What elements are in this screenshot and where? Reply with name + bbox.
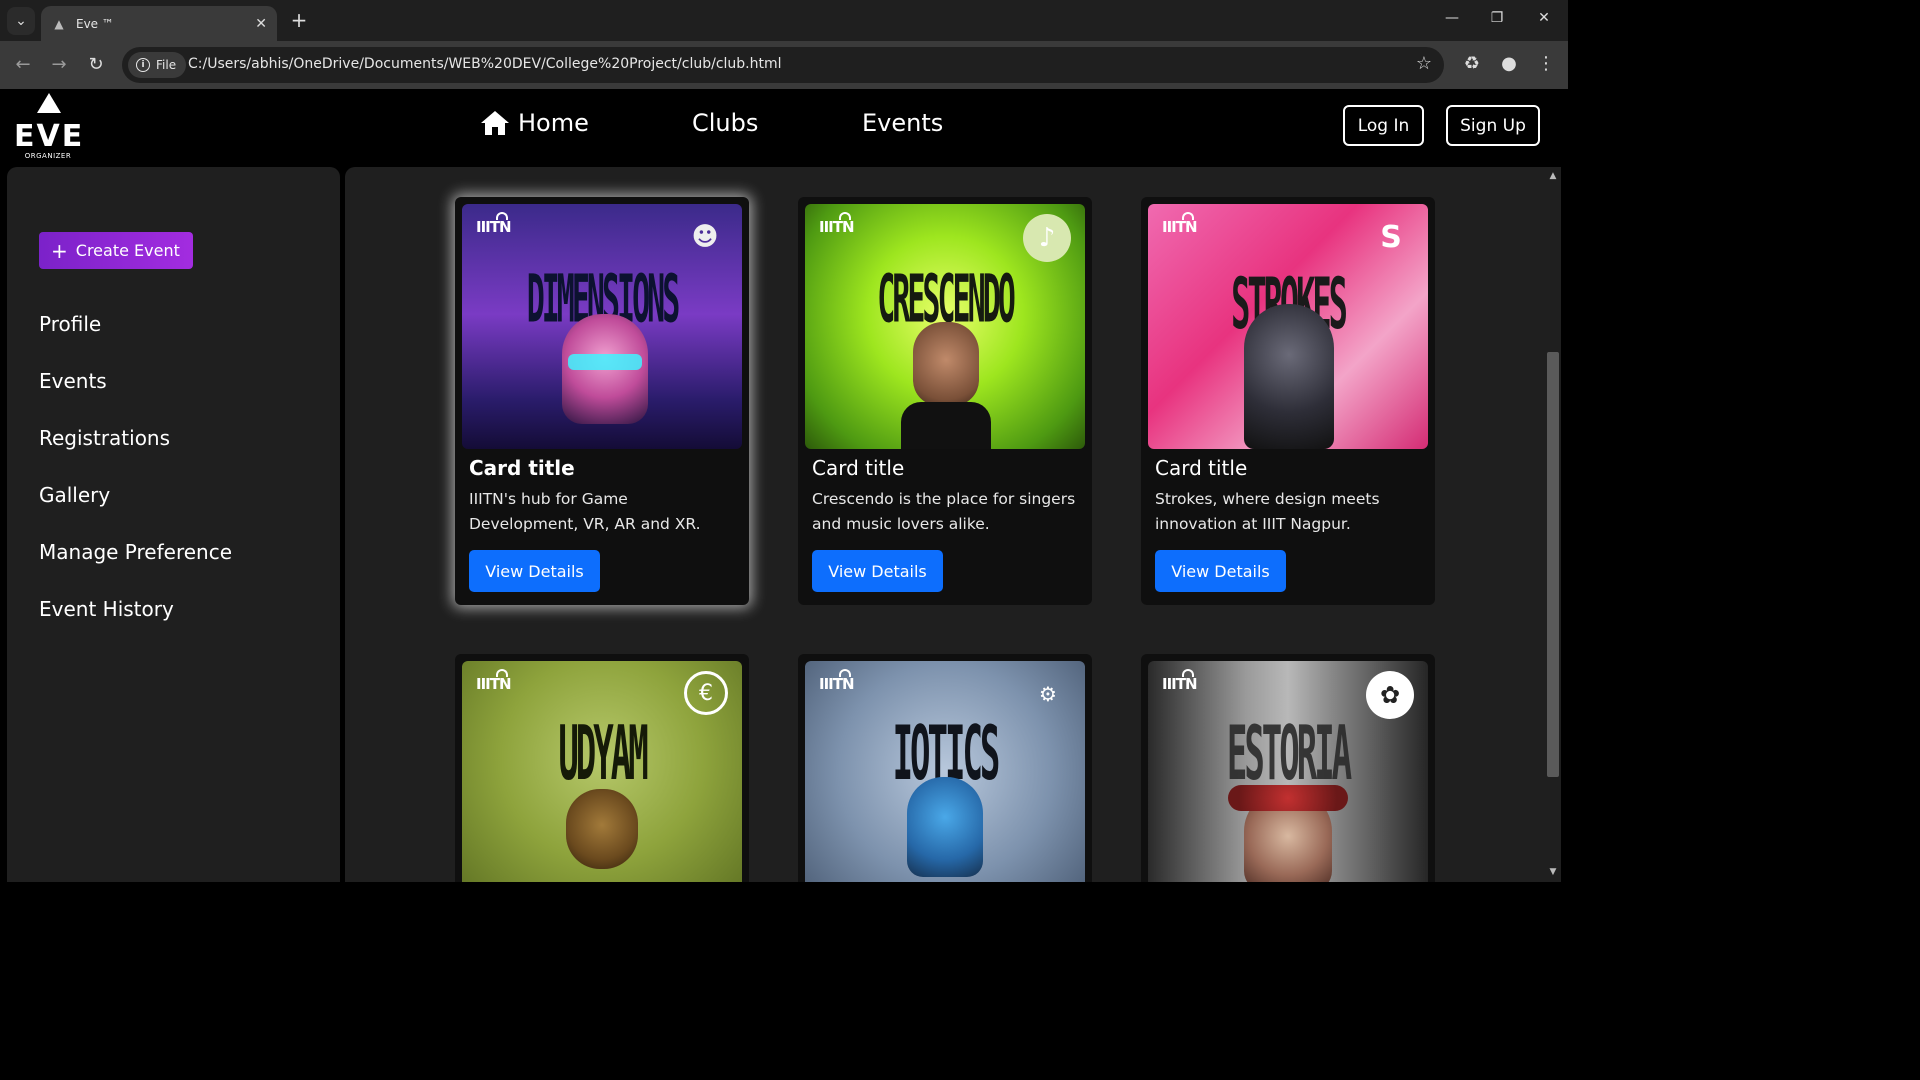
poster-brand: IIITN: [819, 218, 855, 236]
eve-logo[interactable]: EVE ORGANIZER: [14, 93, 84, 161]
sidebar-item-event-history[interactable]: Event History: [39, 597, 174, 621]
favicon-icon: ▲: [54, 16, 64, 31]
poster-robot-figure: [907, 777, 983, 877]
club-card[interactable]: IIITN € UDYAM: [455, 654, 749, 882]
view-details-button[interactable]: View Details: [812, 550, 943, 592]
club-card[interactable]: IIITN ♪ CRESCENDO Card title Crescendo i…: [798, 197, 1092, 605]
scroll-down-icon[interactable]: ▼: [1547, 867, 1559, 877]
music-note-icon: ♪: [1023, 214, 1071, 262]
poster-headpiece-shape: [1228, 785, 1348, 811]
coin-logo-icon: €: [684, 671, 728, 715]
new-tab-icon[interactable]: +: [288, 9, 310, 31]
sidebar-item-gallery[interactable]: Gallery: [39, 483, 110, 507]
club-poster: IIITN ☻ DIMENSIONS: [462, 204, 742, 449]
strokes-logo-icon: S: [1380, 219, 1402, 255]
logo-triangle-icon: [37, 93, 61, 113]
poster-brand: IIITN: [819, 675, 855, 693]
restore-icon[interactable]: ❐: [1487, 10, 1507, 26]
view-details-button[interactable]: View Details: [1155, 550, 1286, 592]
nav-clubs[interactable]: Clubs: [692, 109, 758, 137]
club-card[interactable]: IIITN ✿ ESTORIA: [1141, 654, 1435, 882]
poster-character-figure: [566, 789, 638, 869]
card-text: Crescendo is the place for singers and m…: [812, 490, 1076, 533]
browser-menu-icon[interactable]: ⋮: [1534, 53, 1558, 74]
window-close-icon[interactable]: ✕: [1534, 10, 1554, 26]
poster-character-figure: [1244, 304, 1334, 449]
nav-home[interactable]: Home: [480, 109, 589, 137]
close-tab-icon[interactable]: ✕: [255, 16, 267, 32]
nav-events[interactable]: Events: [862, 109, 943, 137]
extensions-icon[interactable]: ♻: [1460, 53, 1484, 74]
nav-home-label: Home: [518, 109, 589, 137]
site-info-chip[interactable]: i File: [128, 52, 187, 78]
nav-events-label: Events: [862, 109, 944, 137]
club-poster: IIITN ⚙ IOTICS: [805, 661, 1085, 882]
vr-headset-icon: ☻: [691, 222, 719, 252]
poster-character-figure: [913, 322, 979, 406]
poster-collar-shape: [901, 402, 991, 449]
browser-tabbar: ⌄ ▲ Eve ™ ✕ + — ❐ ✕: [0, 0, 1568, 41]
card-title: Card title: [1155, 456, 1248, 480]
card-text: IIITN's hub for Game Development, VR, AR…: [469, 490, 701, 533]
site-header: EVE ORGANIZER Home Clubs Events Log In S…: [0, 89, 1568, 167]
page-scrollbar[interactable]: ▲ ▼: [1545, 167, 1561, 882]
browser-tab[interactable]: ▲ Eve ™ ✕: [41, 6, 277, 41]
signup-button[interactable]: Sign Up: [1446, 105, 1540, 146]
info-icon: i: [136, 58, 150, 72]
back-icon[interactable]: ←: [12, 54, 34, 76]
scrollbar-thumb[interactable]: [1547, 352, 1559, 777]
club-poster: IIITN S STROKES: [1148, 204, 1428, 449]
site-info-label: File: [156, 58, 177, 72]
poster-visor-shape: [568, 354, 642, 370]
address-bar[interactable]: i File C:/Users/abhis/OneDrive/Documents…: [122, 47, 1444, 83]
login-button[interactable]: Log In: [1343, 105, 1424, 146]
view-details-button[interactable]: View Details: [469, 550, 600, 592]
reload-icon[interactable]: ↻: [85, 54, 107, 76]
tab-title: Eve ™: [76, 16, 114, 31]
poster-brand: IIITN: [476, 218, 512, 236]
sidebar: + Create Event Profile Events Registrati…: [7, 167, 340, 882]
poster-title: UDYAM: [558, 711, 648, 799]
club-card[interactable]: IIITN S STROKES Card title Strokes, wher…: [1141, 197, 1435, 605]
minimize-icon[interactable]: —: [1442, 10, 1462, 26]
create-event-button[interactable]: + Create Event: [39, 232, 193, 269]
profile-icon[interactable]: ●: [1497, 53, 1521, 74]
poster-brand: IIITN: [1162, 675, 1198, 693]
sidebar-item-profile[interactable]: Profile: [39, 312, 101, 336]
sidebar-item-manage-preference[interactable]: Manage Preference: [39, 540, 232, 564]
logo-word: EVE: [14, 119, 85, 154]
club-poster: IIITN ♪ CRESCENDO: [805, 204, 1085, 449]
poster-brand: IIITN: [1162, 218, 1198, 236]
home-icon: [481, 111, 509, 135]
card-title: Card title: [469, 456, 575, 480]
forward-icon[interactable]: →: [48, 54, 70, 76]
tab-search-icon[interactable]: ⌄: [7, 7, 35, 35]
scroll-up-icon[interactable]: ▲: [1547, 171, 1559, 181]
club-card[interactable]: IIITN ☻ DIMENSIONS Card title IIITN's hu…: [455, 197, 749, 605]
nav-clubs-label: Clubs: [692, 109, 759, 137]
club-card[interactable]: IIITN ⚙ IOTICS: [798, 654, 1092, 882]
sidebar-item-events[interactable]: Events: [39, 369, 107, 393]
club-poster: IIITN ✿ ESTORIA: [1148, 661, 1428, 882]
plus-icon: +: [51, 238, 68, 263]
create-event-label: Create Event: [75, 241, 180, 260]
url-text[interactable]: C:/Users/abhis/OneDrive/Documents/WEB%20…: [188, 56, 782, 72]
sidebar-item-registrations[interactable]: Registrations: [39, 426, 170, 450]
bookmark-star-icon[interactable]: ☆: [1416, 53, 1432, 74]
card-title: Card title: [812, 456, 905, 480]
poster-brand: IIITN: [476, 675, 512, 693]
browser-toolbar: ← → ↻ i File C:/Users/abhis/OneDrive/Doc…: [0, 41, 1568, 89]
club-cards-grid: IIITN ☻ DIMENSIONS Card title IIITN's hu…: [345, 167, 1545, 882]
club-poster: IIITN € UDYAM: [462, 661, 742, 882]
card-text: Strokes, where design meets innovation a…: [1155, 490, 1380, 533]
logo-subtitle: ORGANIZER: [24, 152, 72, 160]
